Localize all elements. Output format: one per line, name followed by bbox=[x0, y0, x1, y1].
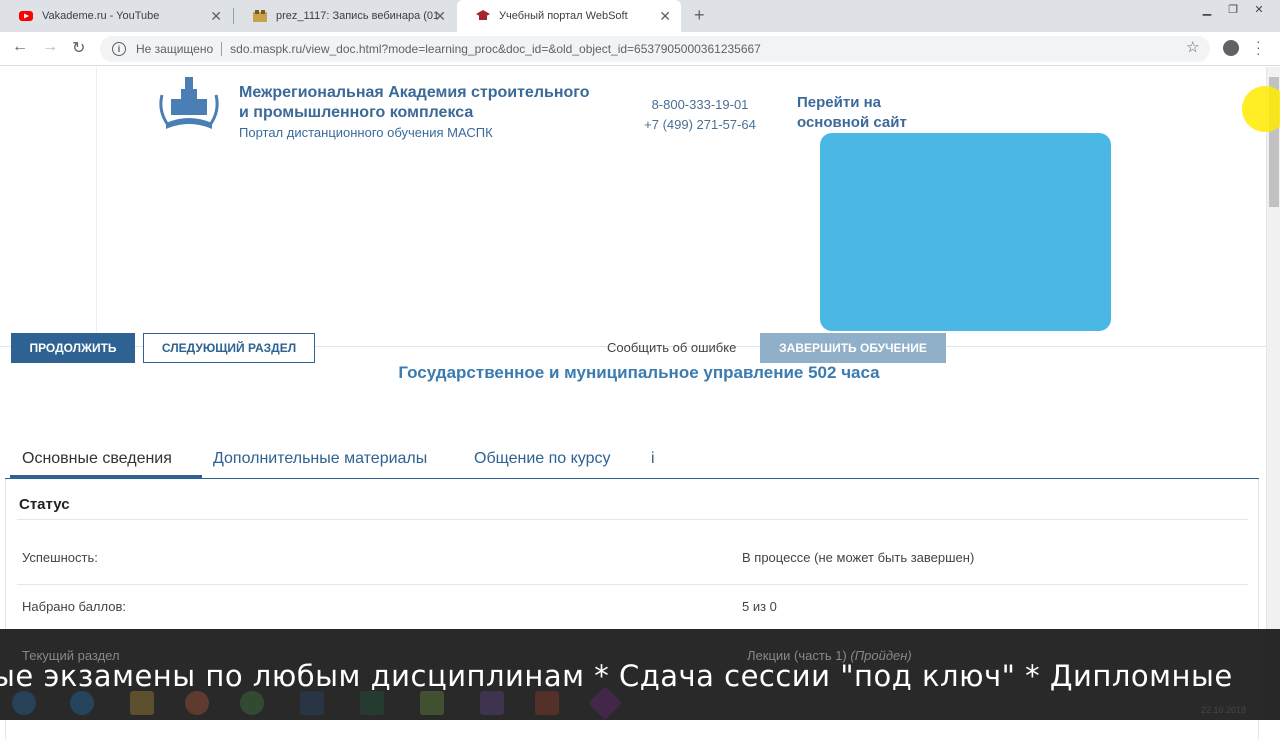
app-icon[interactable] bbox=[480, 691, 504, 715]
tab-course-discussion[interactable]: Общение по курсу bbox=[474, 450, 611, 468]
phone-numbers: 8-800-333-19-01 +7 (499) 271-57-64 bbox=[630, 95, 770, 135]
score-label: Набрано баллов: bbox=[22, 599, 126, 614]
tab-webinar[interactable]: prez_1117: Запись вебинара (01 ✕ bbox=[234, 0, 456, 32]
account-icon[interactable] bbox=[1223, 40, 1239, 56]
system-date: 22.10.2018 bbox=[1200, 705, 1246, 715]
app-icon[interactable] bbox=[420, 691, 444, 715]
tab-youtube[interactable]: Vakademe.ru - YouTube ✕ bbox=[0, 0, 232, 32]
org-name-line2: и промышленного комплекса bbox=[239, 104, 474, 121]
new-tab-icon[interactable]: + bbox=[694, 5, 705, 26]
start-icon[interactable] bbox=[12, 691, 36, 715]
browser-tab-bar: Vakademe.ru - YouTube ✕ prez_1117: Запис… bbox=[0, 0, 1280, 32]
go-main-site-link[interactable]: Перейти на основной сайт bbox=[797, 93, 937, 133]
excel-icon[interactable] bbox=[360, 691, 384, 715]
word-icon[interactable] bbox=[300, 691, 324, 715]
tab-websoft[interactable]: Учебный портал WebSoft ✕ bbox=[457, 0, 681, 32]
youtube-icon bbox=[18, 8, 34, 24]
url-text[interactable]: sdo.maspk.ru/view_doc.html?mode=learning… bbox=[230, 42, 761, 56]
webinar-icon bbox=[252, 8, 268, 24]
score-value: 5 из 0 bbox=[742, 599, 777, 614]
minimize-icon[interactable]: ▁ bbox=[1194, 0, 1220, 18]
app-icon[interactable] bbox=[588, 686, 622, 720]
chrome-icon[interactable] bbox=[240, 691, 264, 715]
tab-info[interactable]: i bbox=[651, 450, 655, 468]
reload-icon[interactable]: ↻ bbox=[72, 38, 85, 58]
continue-button[interactable]: ПРОДОЛЖИТЬ bbox=[11, 333, 135, 363]
finish-learning-button[interactable]: ЗАВЕРШИТЬ ОБУЧЕНИЕ bbox=[760, 333, 946, 363]
close-window-icon[interactable]: ✕ bbox=[1246, 0, 1272, 18]
scrollbar[interactable] bbox=[1266, 67, 1280, 720]
status-label: Успешность: bbox=[22, 550, 98, 565]
tab-additional-materials[interactable]: Дополнительные материалы bbox=[213, 450, 427, 468]
content-tabs: Основные сведения Дополнительные материа… bbox=[5, 442, 1259, 479]
ie-icon[interactable] bbox=[70, 691, 94, 715]
address-bar[interactable]: i Не защищено sdo.maspk.ru/view_doc.html… bbox=[100, 36, 1210, 62]
menu-icon[interactable]: · · · bbox=[1256, 34, 1261, 60]
close-icon[interactable]: ✕ bbox=[210, 8, 222, 25]
org-name[interactable]: Межрегиональная Академия строительного и… bbox=[239, 83, 629, 123]
tab-title: prez_1117: Запись вебинара (01 bbox=[276, 10, 440, 22]
tab-main-info[interactable]: Основные сведения bbox=[22, 450, 172, 468]
info-icon[interactable]: i bbox=[112, 42, 126, 56]
browser-toolbar: ← → ↻ i Не защищено sdo.maspk.ru/view_do… bbox=[0, 32, 1280, 66]
taskbar: 22.10.2018 bbox=[0, 686, 1280, 720]
course-title: Государственное и муниципальное управлен… bbox=[398, 363, 880, 382]
portal-subtitle: Портал дистанционного обучения МАСПК bbox=[239, 125, 493, 140]
status-value: В процессе (не может быть завершен) bbox=[742, 550, 975, 565]
academy-logo-icon bbox=[159, 77, 219, 129]
divider bbox=[221, 42, 223, 56]
tab-title: Vakademe.ru - YouTube bbox=[42, 10, 160, 22]
status-heading: Статус bbox=[19, 496, 70, 513]
cursor-highlight bbox=[1242, 86, 1280, 132]
window-controls: ▁ ❐ ✕ bbox=[1194, 0, 1272, 18]
security-label: Не защищено bbox=[136, 42, 214, 56]
close-icon[interactable]: ✕ bbox=[434, 8, 446, 25]
back-icon[interactable]: ← bbox=[12, 38, 28, 56]
go-main-line2: основной сайт bbox=[797, 114, 907, 131]
phone-2[interactable]: +7 (499) 271-57-64 bbox=[630, 115, 770, 135]
powerpoint-icon[interactable] bbox=[535, 691, 559, 715]
restore-icon[interactable]: ❐ bbox=[1220, 0, 1246, 18]
divider bbox=[17, 519, 1248, 520]
org-name-line1: Межрегиональная Академия строительного bbox=[239, 84, 590, 101]
divider bbox=[96, 67, 97, 347]
next-section-button[interactable]: СЛЕДУЮЩИЙ РАЗДЕЛ bbox=[143, 333, 315, 363]
banner-placeholder bbox=[820, 133, 1111, 331]
divider bbox=[17, 584, 1248, 585]
forward-icon[interactable]: → bbox=[42, 38, 58, 56]
go-main-line1: Перейти на bbox=[797, 94, 881, 111]
graduation-cap-icon bbox=[475, 8, 491, 24]
folder-icon[interactable] bbox=[130, 691, 154, 715]
media-icon[interactable] bbox=[185, 691, 209, 715]
active-tab-indicator bbox=[10, 475, 202, 478]
tab-title: Учебный портал WebSoft bbox=[499, 10, 628, 22]
report-error-link[interactable]: Сообщить об ошибке bbox=[607, 340, 736, 355]
phone-1[interactable]: 8-800-333-19-01 bbox=[630, 95, 770, 115]
bookmark-star-icon[interactable]: ☆ bbox=[1186, 38, 1199, 56]
close-icon[interactable]: ✕ bbox=[659, 8, 671, 25]
